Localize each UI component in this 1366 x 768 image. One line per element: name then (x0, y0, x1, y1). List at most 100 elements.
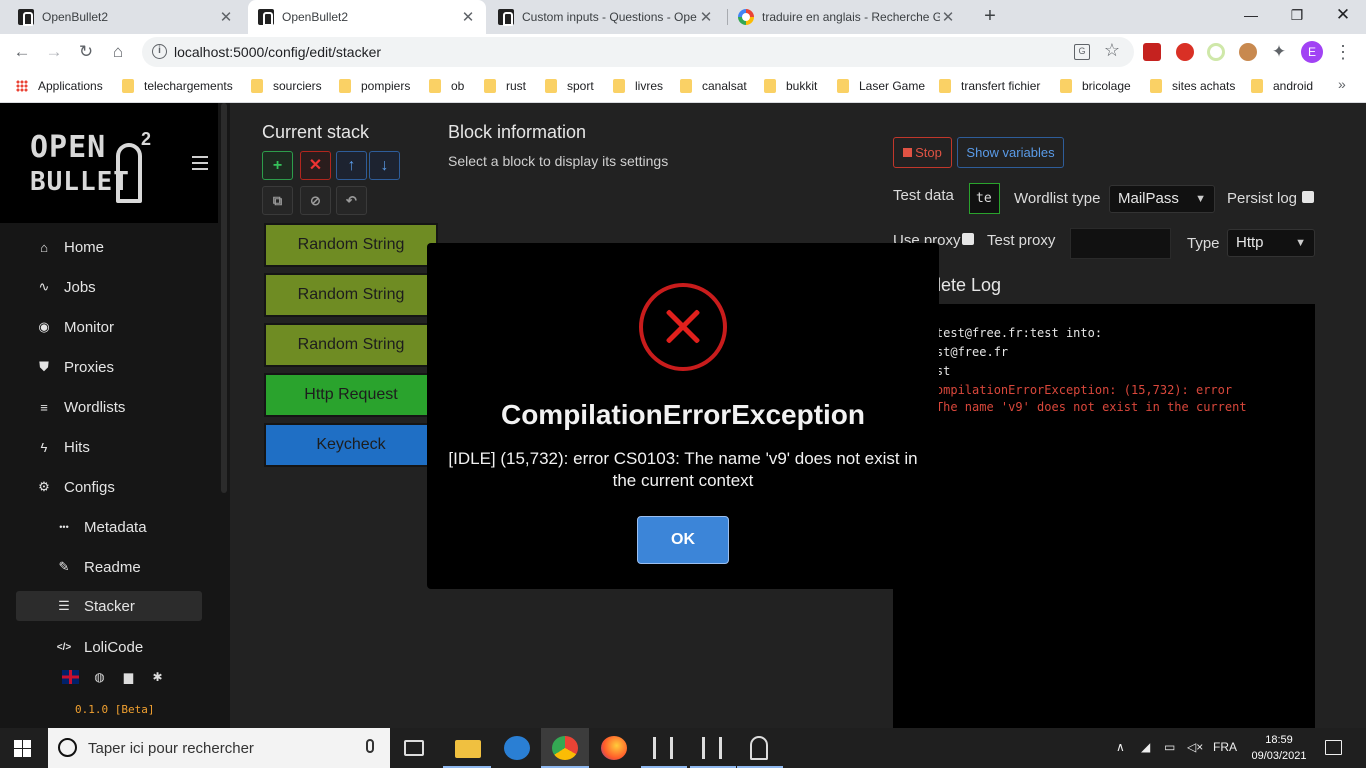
windows-start-icon[interactable] (14, 740, 31, 757)
bookmark-folder[interactable]: telechargements (122, 77, 233, 95)
persist-log-checkbox[interactable] (1302, 191, 1314, 203)
globe-icon[interactable]: ◍ (91, 670, 108, 684)
notification-center-icon[interactable] (1325, 740, 1342, 755)
bookmark-apps[interactable]: Applications (16, 77, 103, 95)
taskbar-clock[interactable]: 18:59 09/03/2021 (1248, 732, 1310, 764)
openbullet-app-icon[interactable] (702, 737, 722, 759)
back-button[interactable]: ← (8, 38, 36, 66)
browser-tab[interactable]: traduire en anglais - Recherche G ✕ (728, 0, 966, 34)
sidebar-item-monitor[interactable]: ◉ Monitor (16, 312, 202, 342)
minimize-button[interactable]: — (1228, 0, 1274, 30)
adblock-extension-icon[interactable] (1176, 43, 1194, 61)
sidebar-item-home[interactable]: ⌂ Home (16, 232, 202, 262)
taskbar-search[interactable]: Taper ici pour rechercher (48, 728, 390, 768)
block-item[interactable]: Http Request (264, 373, 438, 417)
bookmark-folder[interactable]: transfert fichier (939, 77, 1040, 95)
book-icon[interactable]: ▆ (120, 670, 137, 684)
sidebar-item-readme[interactable]: ✎ Readme (16, 552, 202, 582)
tray-chevron-up-icon[interactable]: ∧ (1116, 740, 1125, 754)
browser-tab[interactable]: OpenBullet2 ✕ (8, 0, 244, 34)
clone-block-button[interactable]: ⧉ (262, 186, 293, 215)
sidebar-item-configs[interactable]: ⚙ Configs (16, 472, 202, 502)
delete-block-button[interactable]: ✕ (300, 151, 331, 180)
proxy-type-select[interactable]: Http ▼ (1227, 229, 1315, 257)
sidebar-scrollbar[interactable] (221, 103, 227, 493)
move-down-button[interactable]: ↓ (369, 151, 400, 180)
maximize-button[interactable]: ❐ (1274, 0, 1320, 30)
pdf-extension-icon[interactable] (1143, 43, 1161, 61)
info-icon[interactable]: i (152, 44, 167, 59)
sidebar-item-jobs[interactable]: ∿ Jobs (16, 272, 202, 302)
move-up-button[interactable]: ↑ (336, 151, 367, 180)
uk-flag-icon[interactable] (62, 670, 79, 684)
sidebar-item-hits[interactable]: ϟ Hits (16, 432, 202, 462)
url-text[interactable]: localhost:5000/config/edit/stacker (174, 44, 381, 60)
test-data-input[interactable]: te (969, 183, 1000, 214)
close-icon[interactable]: ✕ (460, 8, 476, 26)
show-variables-button[interactable]: Show variables (957, 137, 1064, 168)
sidebar-item-metadata[interactable]: ••• Metadata (16, 512, 202, 542)
close-icon[interactable]: ✕ (218, 8, 234, 26)
disable-block-button[interactable]: ⊘ (300, 186, 331, 215)
new-tab-button[interactable]: + (978, 5, 1002, 29)
firefox-icon[interactable] (601, 736, 627, 760)
volume-muted-icon[interactable]: ◁× (1187, 740, 1203, 754)
log-output[interactable]: ted test@free.fr:test into: : test@free.… (893, 304, 1315, 728)
ring-extension-icon[interactable] (1207, 43, 1225, 61)
microphone-icon[interactable] (366, 739, 374, 753)
bug-icon[interactable]: ✱ (149, 670, 166, 684)
use-proxy-checkbox[interactable] (962, 233, 974, 245)
bookmarks-overflow-icon[interactable]: » (1338, 76, 1346, 92)
bookmark-folder[interactable]: rust (484, 77, 526, 95)
bookmark-folder[interactable]: livres (613, 77, 663, 95)
task-view-icon[interactable] (404, 740, 424, 756)
openbullet2-app-icon[interactable] (750, 736, 768, 760)
bookmark-folder[interactable]: sport (545, 77, 594, 95)
sidebar-item-lolicode[interactable]: </> LoliCode (16, 632, 202, 662)
translate-icon[interactable]: G (1074, 44, 1090, 60)
language-indicator[interactable]: FRA (1213, 740, 1237, 754)
bookmark-folder[interactable]: sites achats (1150, 77, 1235, 95)
chrome-menu-icon[interactable]: ⋮ (1334, 41, 1352, 63)
close-icon[interactable]: ✕ (698, 8, 714, 26)
profile-avatar[interactable]: E (1301, 41, 1323, 63)
wordlist-type-select[interactable]: MailPass ▼ (1109, 185, 1215, 213)
test-proxy-input[interactable] (1070, 228, 1171, 259)
browser-tab[interactable]: Custom inputs - Questions - Ope ✕ (488, 0, 724, 34)
reload-button[interactable]: ↻ (72, 38, 100, 66)
sidebar-item-proxies[interactable]: ⛊ Proxies (16, 352, 202, 382)
close-icon[interactable]: ✕ (940, 8, 956, 26)
bookmark-folder[interactable]: Laser Game (837, 77, 925, 95)
sidebar-item-stacker[interactable]: ☰ Stacker (16, 591, 202, 621)
edge-icon[interactable] (504, 736, 530, 760)
network-icon[interactable]: ◢ (1141, 740, 1150, 754)
bookmark-folder[interactable]: bricolage (1060, 77, 1131, 95)
file-explorer-icon[interactable] (455, 740, 481, 758)
openbullet-app-icon[interactable] (653, 737, 673, 759)
power-icon[interactable]: ▭ (1164, 740, 1175, 754)
bookmark-folder[interactable]: pompiers (339, 77, 410, 95)
block-item[interactable]: Random String (264, 223, 438, 267)
ok-button[interactable]: OK (637, 516, 729, 564)
hamburger-menu-icon[interactable] (192, 156, 208, 170)
add-block-button[interactable]: + (262, 151, 293, 180)
undo-button[interactable]: ↶ (336, 186, 367, 215)
bookmark-folder[interactable]: bukkit (764, 77, 817, 95)
extensions-puzzle-icon[interactable]: ✦ (1270, 43, 1288, 61)
block-item[interactable]: Keycheck (264, 423, 438, 467)
star-icon[interactable]: ☆ (1104, 40, 1120, 61)
chrome-icon[interactable] (552, 736, 578, 760)
bookmark-folder[interactable]: canalsat (680, 77, 747, 95)
sidebar-item-wordlists[interactable]: ≡ Wordlists (16, 392, 202, 422)
cookie-extension-icon[interactable] (1239, 43, 1257, 61)
bookmark-folder[interactable]: ob (429, 77, 464, 95)
bookmark-folder[interactable]: sourciers (251, 77, 322, 95)
block-item[interactable]: Random String (264, 273, 438, 317)
forward-button[interactable]: → (40, 38, 68, 66)
block-item[interactable]: Random String (264, 323, 438, 367)
home-button[interactable]: ⌂ (104, 38, 132, 66)
stop-button[interactable]: Stop (893, 137, 952, 168)
app-logo[interactable]: OPEN BULLET 2 (0, 103, 218, 223)
address-bar[interactable]: i localhost:5000/config/edit/stacker G ☆ (142, 37, 1134, 67)
bookmark-folder[interactable]: android (1251, 77, 1313, 95)
